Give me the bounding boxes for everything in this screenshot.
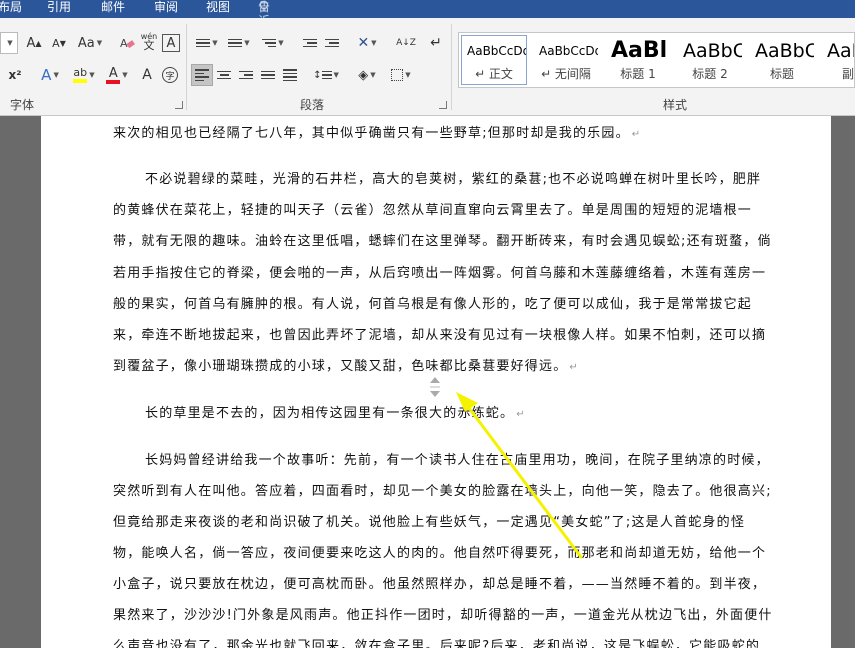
line-spacing-icon	[321, 70, 332, 80]
outdent-icon	[303, 38, 317, 48]
indent-icon	[325, 38, 339, 48]
sort-button[interactable]: A↓Z	[396, 32, 416, 54]
ribbon-separator	[186, 24, 187, 110]
paragraph-group-label: 段落	[300, 98, 325, 112]
justify-icon	[261, 70, 275, 80]
doc-line: 带，就有无限的趣味。油蛉在这里低唱，蟋蟀们在这里弹琴。翻开断砖来，有时会遇见蜈蚣…	[113, 234, 772, 249]
clear-formatting-button[interactable]: A	[118, 32, 136, 54]
svg-text:A: A	[120, 37, 128, 50]
doc-line: 般的果实，何首乌有臃肿的根。有人说，何首乌根是有像人形的，吃了便可以成仙，我于是…	[113, 297, 753, 312]
doc-line: 小盒子，说只要放在枕边，便可高枕而卧。他虽然照样办，却总是睡不着，——当然睡不着…	[113, 577, 767, 592]
doc-line: 突然听到有人在叫他。答应着，四面看时，却见一个美女的脸露在墙头上，向他一笑，隐去…	[113, 484, 772, 499]
ribbon-separator	[451, 24, 452, 110]
style-heading-2[interactable]: AaBbC 标题 2	[677, 35, 743, 85]
font-dialog-launcher[interactable]	[175, 101, 183, 109]
doc-line: 长妈妈曾经讲给我一个故事听：先前，有一个读书人住在古庙里用功，晚间，在院子里纳凉…	[145, 453, 770, 468]
ribbon: ▼ A ▲ A ▼ Aa ▼ A wén 文 A x² A ▼ ab ▼ A ▼ A 字 …	[0, 18, 855, 116]
align-left-button[interactable]	[191, 64, 213, 86]
doc-line: 么声音也没有了，那金光也就飞回来，敛在盒子里。后来呢?后来，老和尚说，这是飞蜈蚣…	[113, 639, 761, 648]
enclose-characters-button[interactable]: 字	[160, 64, 180, 86]
style-normal[interactable]: AaBbCcDd ↵ 正文	[461, 35, 527, 85]
menu-bar: 布局 引用 邮件 审阅 视图 告诉我你想要做什么	[0, 0, 855, 126]
bullet-list-icon	[196, 38, 211, 48]
eraser-icon: A	[120, 37, 135, 50]
change-case-button[interactable]: Aa ▼	[76, 32, 104, 54]
font-group-label: 字体	[10, 98, 35, 112]
bullets-button[interactable]: ▼	[192, 32, 222, 54]
font-color-swatch	[106, 79, 121, 84]
paragraph-dialog-launcher[interactable]	[439, 101, 447, 109]
tab-references[interactable]: 引用	[47, 0, 71, 14]
doc-line: 物，能唤人名，倘一答应，夜间便要来吃这人的肉的。他自然吓得要死，而那老和尚却道无…	[113, 546, 767, 561]
numbering-button[interactable]: ▼	[224, 32, 254, 54]
font-color-button[interactable]: A ▼	[102, 64, 132, 86]
style-title[interactable]: AaBbC 标题	[749, 35, 815, 85]
borders-icon	[391, 69, 404, 81]
increase-indent-button[interactable]	[322, 32, 342, 54]
align-center-icon	[217, 70, 231, 80]
style-heading-1[interactable]: AaBl 标题 1	[605, 35, 671, 85]
distributed-button[interactable]	[280, 64, 300, 86]
doc-line: 但竟给那走来夜谈的老和尚识破了机关。说他脸上有些妖气，一定遇见“美女蛇”了;这是…	[113, 515, 746, 530]
line-spacing-button[interactable]: ↕ ▼	[310, 64, 342, 86]
doc-line: 若用手指按住它的脊梁，便会啪的一声，从后窍喷出一阵烟雾。何首乌藤和木莲藤缠络着，…	[113, 266, 767, 281]
phonetic-guide-button[interactable]: wén 文	[139, 30, 159, 52]
tab-view[interactable]: 视图	[206, 0, 230, 14]
justify-button[interactable]	[258, 64, 278, 86]
highlight-swatch	[73, 79, 88, 83]
doc-line: 的黄蜂伏在菜花上，轻捷的叫天子（云雀）忽然从草间直窜向云霄里去了。单是周围的短短…	[113, 203, 753, 218]
align-left-icon	[195, 69, 209, 81]
multilevel-list-button[interactable]: ▼	[258, 32, 288, 54]
tab-mailings[interactable]: 邮件	[101, 0, 125, 14]
text-effects-button[interactable]: A ▼	[36, 64, 64, 86]
borders-button[interactable]: ▼	[386, 64, 416, 86]
tab-layout[interactable]: 布局	[0, 0, 22, 14]
align-right-button[interactable]	[236, 64, 256, 86]
shading-button[interactable]: ◈ ▼	[352, 64, 382, 86]
multilevel-list-icon	[262, 38, 277, 48]
doc-line: 长的草里是不去的，因为相传这园里有一条很大的赤练蛇。 ↵	[145, 406, 526, 421]
character-border-button[interactable]: A	[162, 34, 180, 52]
decrease-indent-button[interactable]	[300, 32, 320, 54]
show-marks-button[interactable]: ↵	[426, 32, 446, 54]
superscript-button[interactable]: x²	[6, 64, 24, 86]
align-right-icon	[239, 70, 253, 80]
asian-layout-button[interactable]: ✕ ▼	[352, 32, 382, 54]
grow-font-button[interactable]: A ▲	[24, 32, 44, 54]
style-no-spacing[interactable]: AaBbCcDd ↵ 无间隔	[533, 35, 599, 85]
move-handle-icon[interactable]	[428, 376, 442, 398]
styles-gallery: AaBbCcDd ↵ 正文 AaBbCcDd ↵ 无间隔 AaBl 标题 1 A…	[458, 32, 855, 88]
character-shading-button[interactable]: A	[138, 64, 156, 86]
align-center-button[interactable]	[214, 64, 234, 86]
doc-line: 来，牵连不断地拔起来，也曾因此弄坏了泥墙，却从来没有见过有一块根像人样。如果不怕…	[113, 328, 767, 343]
doc-line: 果然来了，沙沙沙!门外象是风雨声。他正抖作一团时，却听得豁的一声，一道金光从枕边…	[113, 608, 773, 623]
paint-bucket-icon: ◈	[358, 67, 369, 83]
tell-me-search[interactable]: 告诉我你想要做什么	[258, 0, 270, 126]
doc-line: 到覆盆子，像小珊瑚珠攒成的小球，又酸又甜，色味都比桑葚要好得远。 ↵	[113, 359, 579, 374]
asian-layout-icon: ✕	[357, 35, 370, 51]
tab-review[interactable]: 审阅	[154, 0, 178, 14]
highlight-color-button[interactable]: ab ▼	[68, 64, 100, 86]
shrink-font-button[interactable]: A ▼	[49, 32, 69, 54]
font-size-dropdown[interactable]: ▼	[0, 32, 18, 54]
distributed-icon	[283, 69, 297, 81]
doc-line: 不必说碧绿的菜畦，光滑的石井栏，高大的皂荚树，紫红的桑葚;也不必说鸣蝉在树叶里长…	[145, 172, 762, 187]
numbered-list-icon	[228, 38, 243, 48]
doc-line: 来次的相见也已经隔了七八年，其中似乎确凿只有一些野草;但那时却是我的乐园。 ↵	[113, 126, 642, 141]
styles-group-label: 样式	[663, 98, 688, 112]
style-subtitle[interactable]: AaB 副标	[821, 35, 854, 85]
